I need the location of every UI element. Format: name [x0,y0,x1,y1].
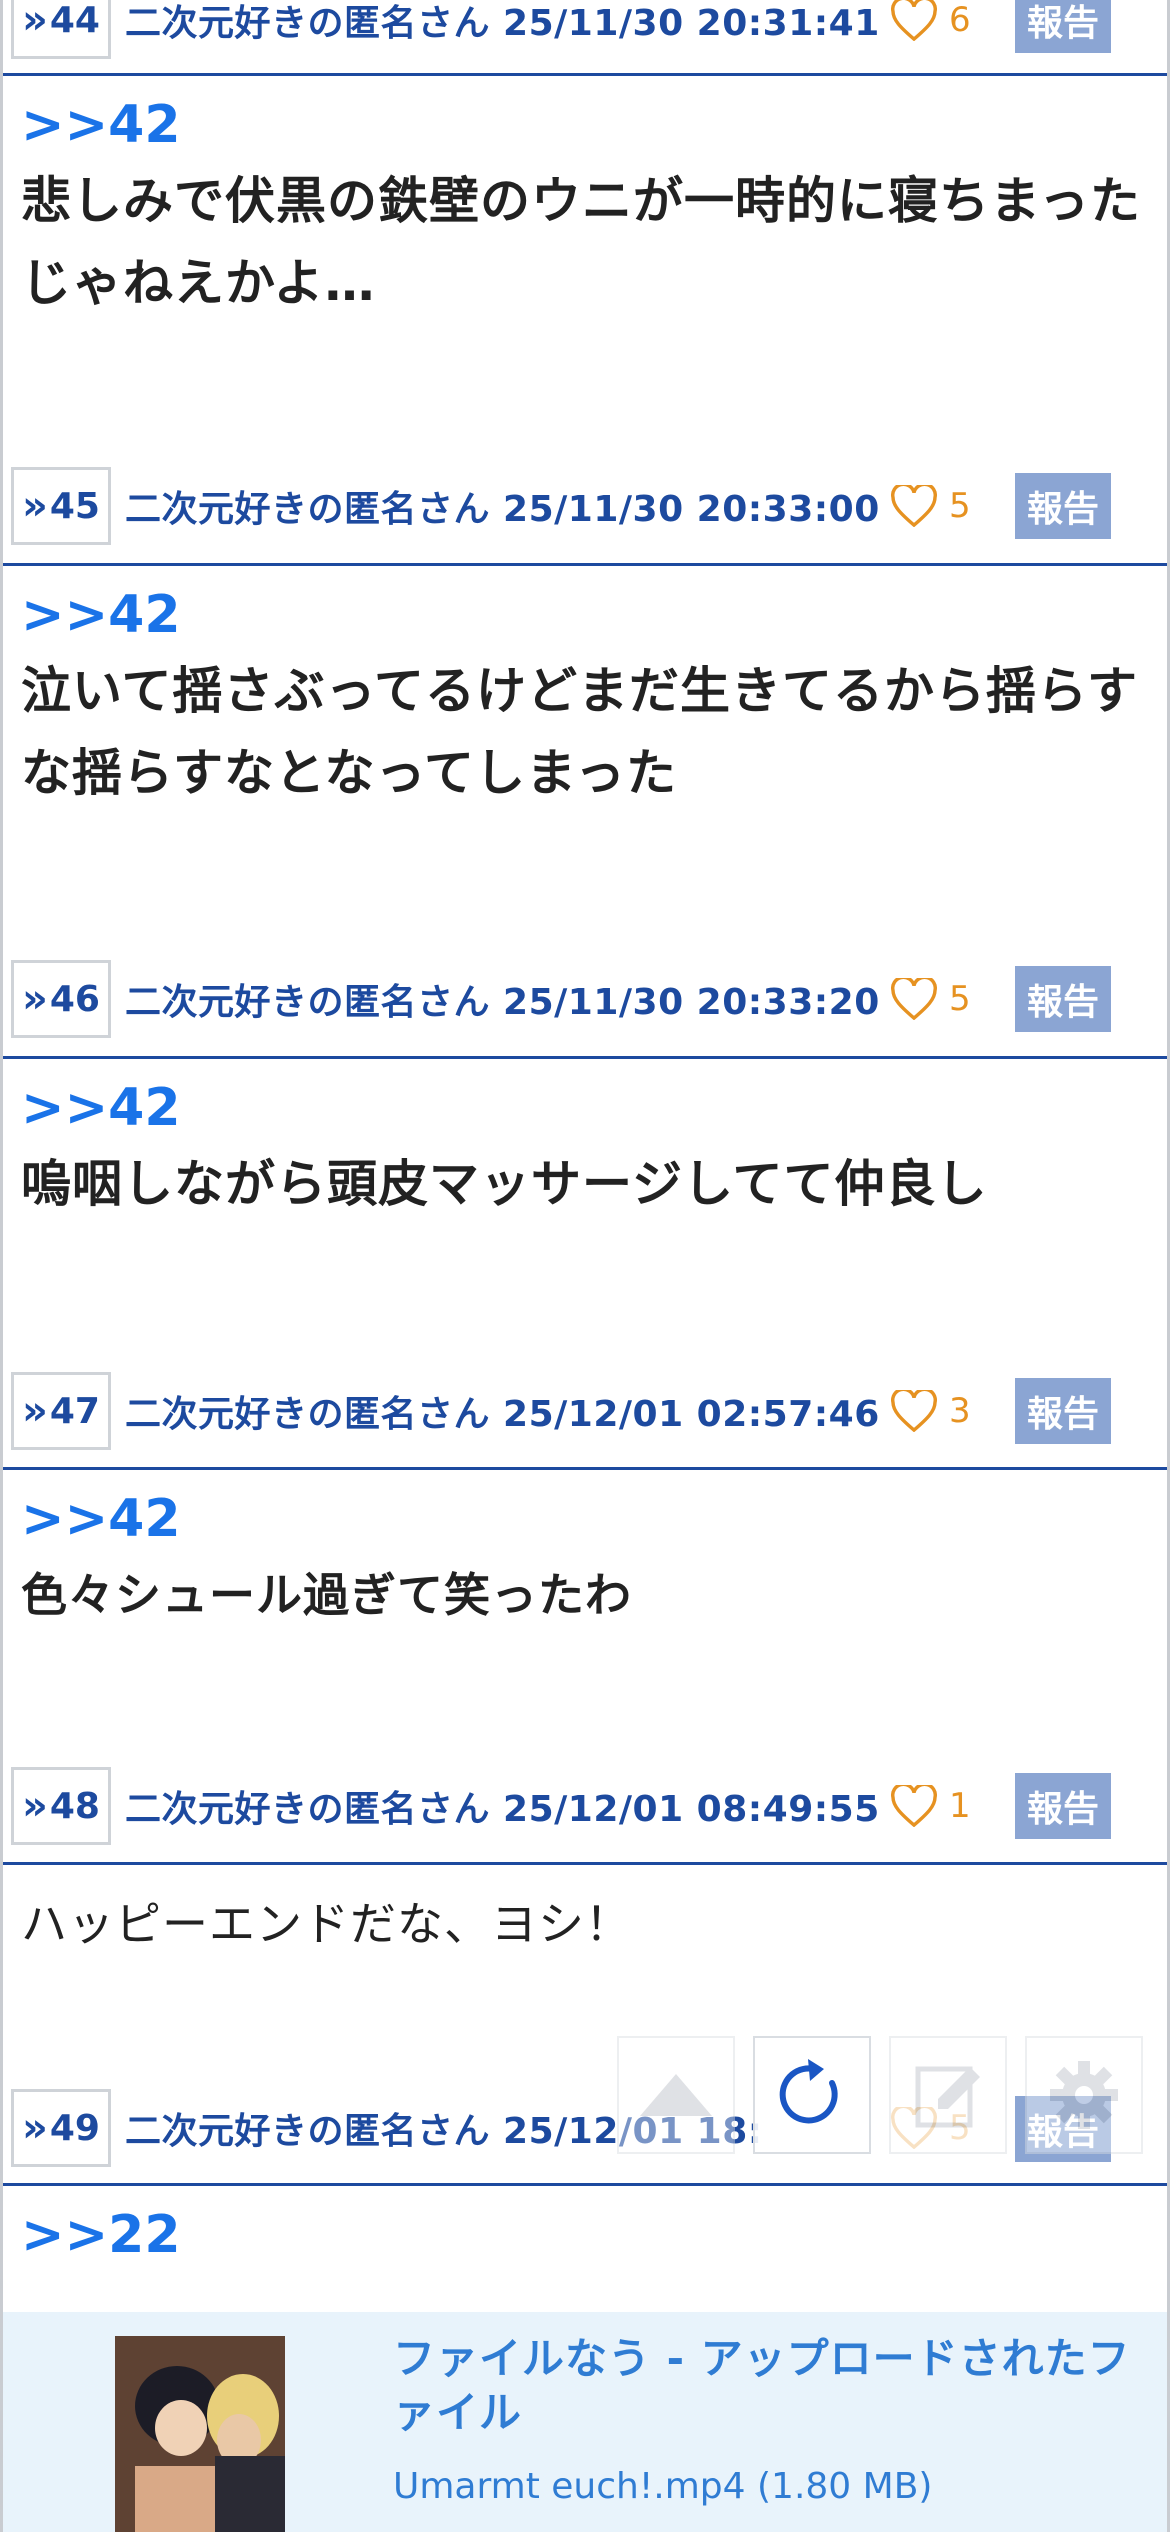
reply-anchor-link[interactable]: >>42 [21,1484,1149,1554]
video-thumbnail[interactable] [115,2336,285,2532]
post-text: 悲しみで伏黒の鉄壁のウニが一時的に寝ちまったじゃねえかよ… [21,172,1141,312]
triangle-up-icon [640,2074,712,2116]
author-timestamp: 二次元好きの匿名さん 25/12/01 08:49:55 [125,1789,880,1830]
post-48: >>42 色々シュール過ぎて笑ったわ » 48 二次元好きの匿名さん 25/12/… [3,1470,1167,1865]
res-number-button[interactable]: » 45 [11,467,111,545]
reply-arrow-icon: » [22,2105,48,2151]
reply-arrow-icon: » [22,1388,48,1434]
thread-page: » 44 二次元好きの匿名さん 25/11/30 20:31:41 6 報告 >>… [0,0,1170,2532]
post-text: 色々シュール過ぎて笑ったわ [21,1568,632,1622]
like-button[interactable]: 3 [891,1390,971,1432]
pencil-icon [915,2066,980,2128]
heart-icon [891,978,937,1020]
res-number-button[interactable]: » 48 [11,1767,111,1845]
post-44: » 44 二次元好きの匿名さん 25/11/30 20:31:41 6 報告 [3,0,1167,76]
write-post-button[interactable] [889,2036,1007,2154]
like-button[interactable]: 1 [891,1785,971,1827]
reply-anchor-link[interactable]: >>42 [21,1073,1149,1143]
heart-icon [891,1390,937,1432]
settings-button[interactable] [1025,2036,1143,2154]
report-button[interactable]: 報告 [1015,966,1111,1032]
post-46: >>42 泣いて揺さぶってるけどまだ生きてるから揺らすな揺らすなとなってしまった… [3,566,1167,1059]
gear-icon [1050,2061,1118,2129]
thumbnail-illustration [115,2336,285,2532]
post-45: >>42 悲しみで伏黒の鉄壁のウニが一時的に寝ちまったじゃねえかよ… » 45 二… [3,76,1167,566]
reply-anchor-link[interactable]: >>22 [21,2200,1149,2270]
author-timestamp: 二次元好きの匿名さん 25/11/30 20:33:00 [125,489,880,530]
file-link-title[interactable]: ファイルなう - アップロードされたファイル [393,2332,1153,2440]
author-timestamp: 二次元好きの匿名さん 25/11/30 20:31:41 [125,3,880,44]
like-count: 5 [949,486,971,526]
report-button[interactable]: 報告 [1015,473,1111,539]
reload-button[interactable] [753,2036,871,2154]
reply-arrow-icon: » [22,976,48,1022]
like-button[interactable]: 5 [891,485,971,527]
heart-icon [891,485,937,527]
like-button[interactable]: 6 [891,0,971,41]
report-button[interactable]: 報告 [1015,1378,1111,1444]
reply-anchor-link[interactable]: >>42 [21,580,1149,650]
author-timestamp: 二次元好きの匿名さん 25/12/01 02:57:46 [125,1394,880,1435]
heart-icon [891,0,937,41]
reply-arrow-icon: » [22,0,48,43]
report-button[interactable]: 報告 [1015,1773,1111,1839]
like-count: 3 [949,1391,971,1431]
scroll-top-button[interactable] [617,2036,735,2154]
res-number-button[interactable]: » 44 [11,0,111,59]
file-link-card[interactable]: ファイルなう - アップロードされたファイル Umarmt euch!.mp4 … [3,2312,1167,2532]
author-timestamp: 二次元好きの匿名さん 25/11/30 20:33:20 [125,982,880,1023]
like-count: 6 [949,0,971,40]
res-number-button[interactable]: » 46 [11,960,111,1038]
reply-arrow-icon: » [22,483,48,529]
reload-icon [779,2059,838,2124]
heart-icon [891,1785,937,1827]
post-text: 嗚咽しながら頭皮マッサージしてて仲良し [21,1155,988,1213]
like-button[interactable]: 5 [891,978,971,1020]
res-number-button[interactable]: » 47 [11,1372,111,1450]
post-text: 泣いて揺さぶってるけどまだ生きてるから揺らすな揺らすなとなってしまった [21,662,1138,802]
file-name-size: Umarmt euch!.mp4 (1.80 MB) [393,2466,933,2507]
like-count: 5 [949,979,971,1019]
like-count: 1 [949,1786,971,1826]
post-text: ハッピーエンドだな、ヨシ！ [21,1897,632,1951]
post-47: >>42 嗚咽しながら頭皮マッサージしてて仲良し » 47 二次元好きの匿名さん … [3,1059,1167,1470]
reply-arrow-icon: » [22,1783,48,1829]
reply-anchor-link[interactable]: >>42 [21,90,1149,160]
res-number-button[interactable]: » 49 [11,2089,111,2167]
report-button[interactable]: 報告 [1015,0,1111,53]
